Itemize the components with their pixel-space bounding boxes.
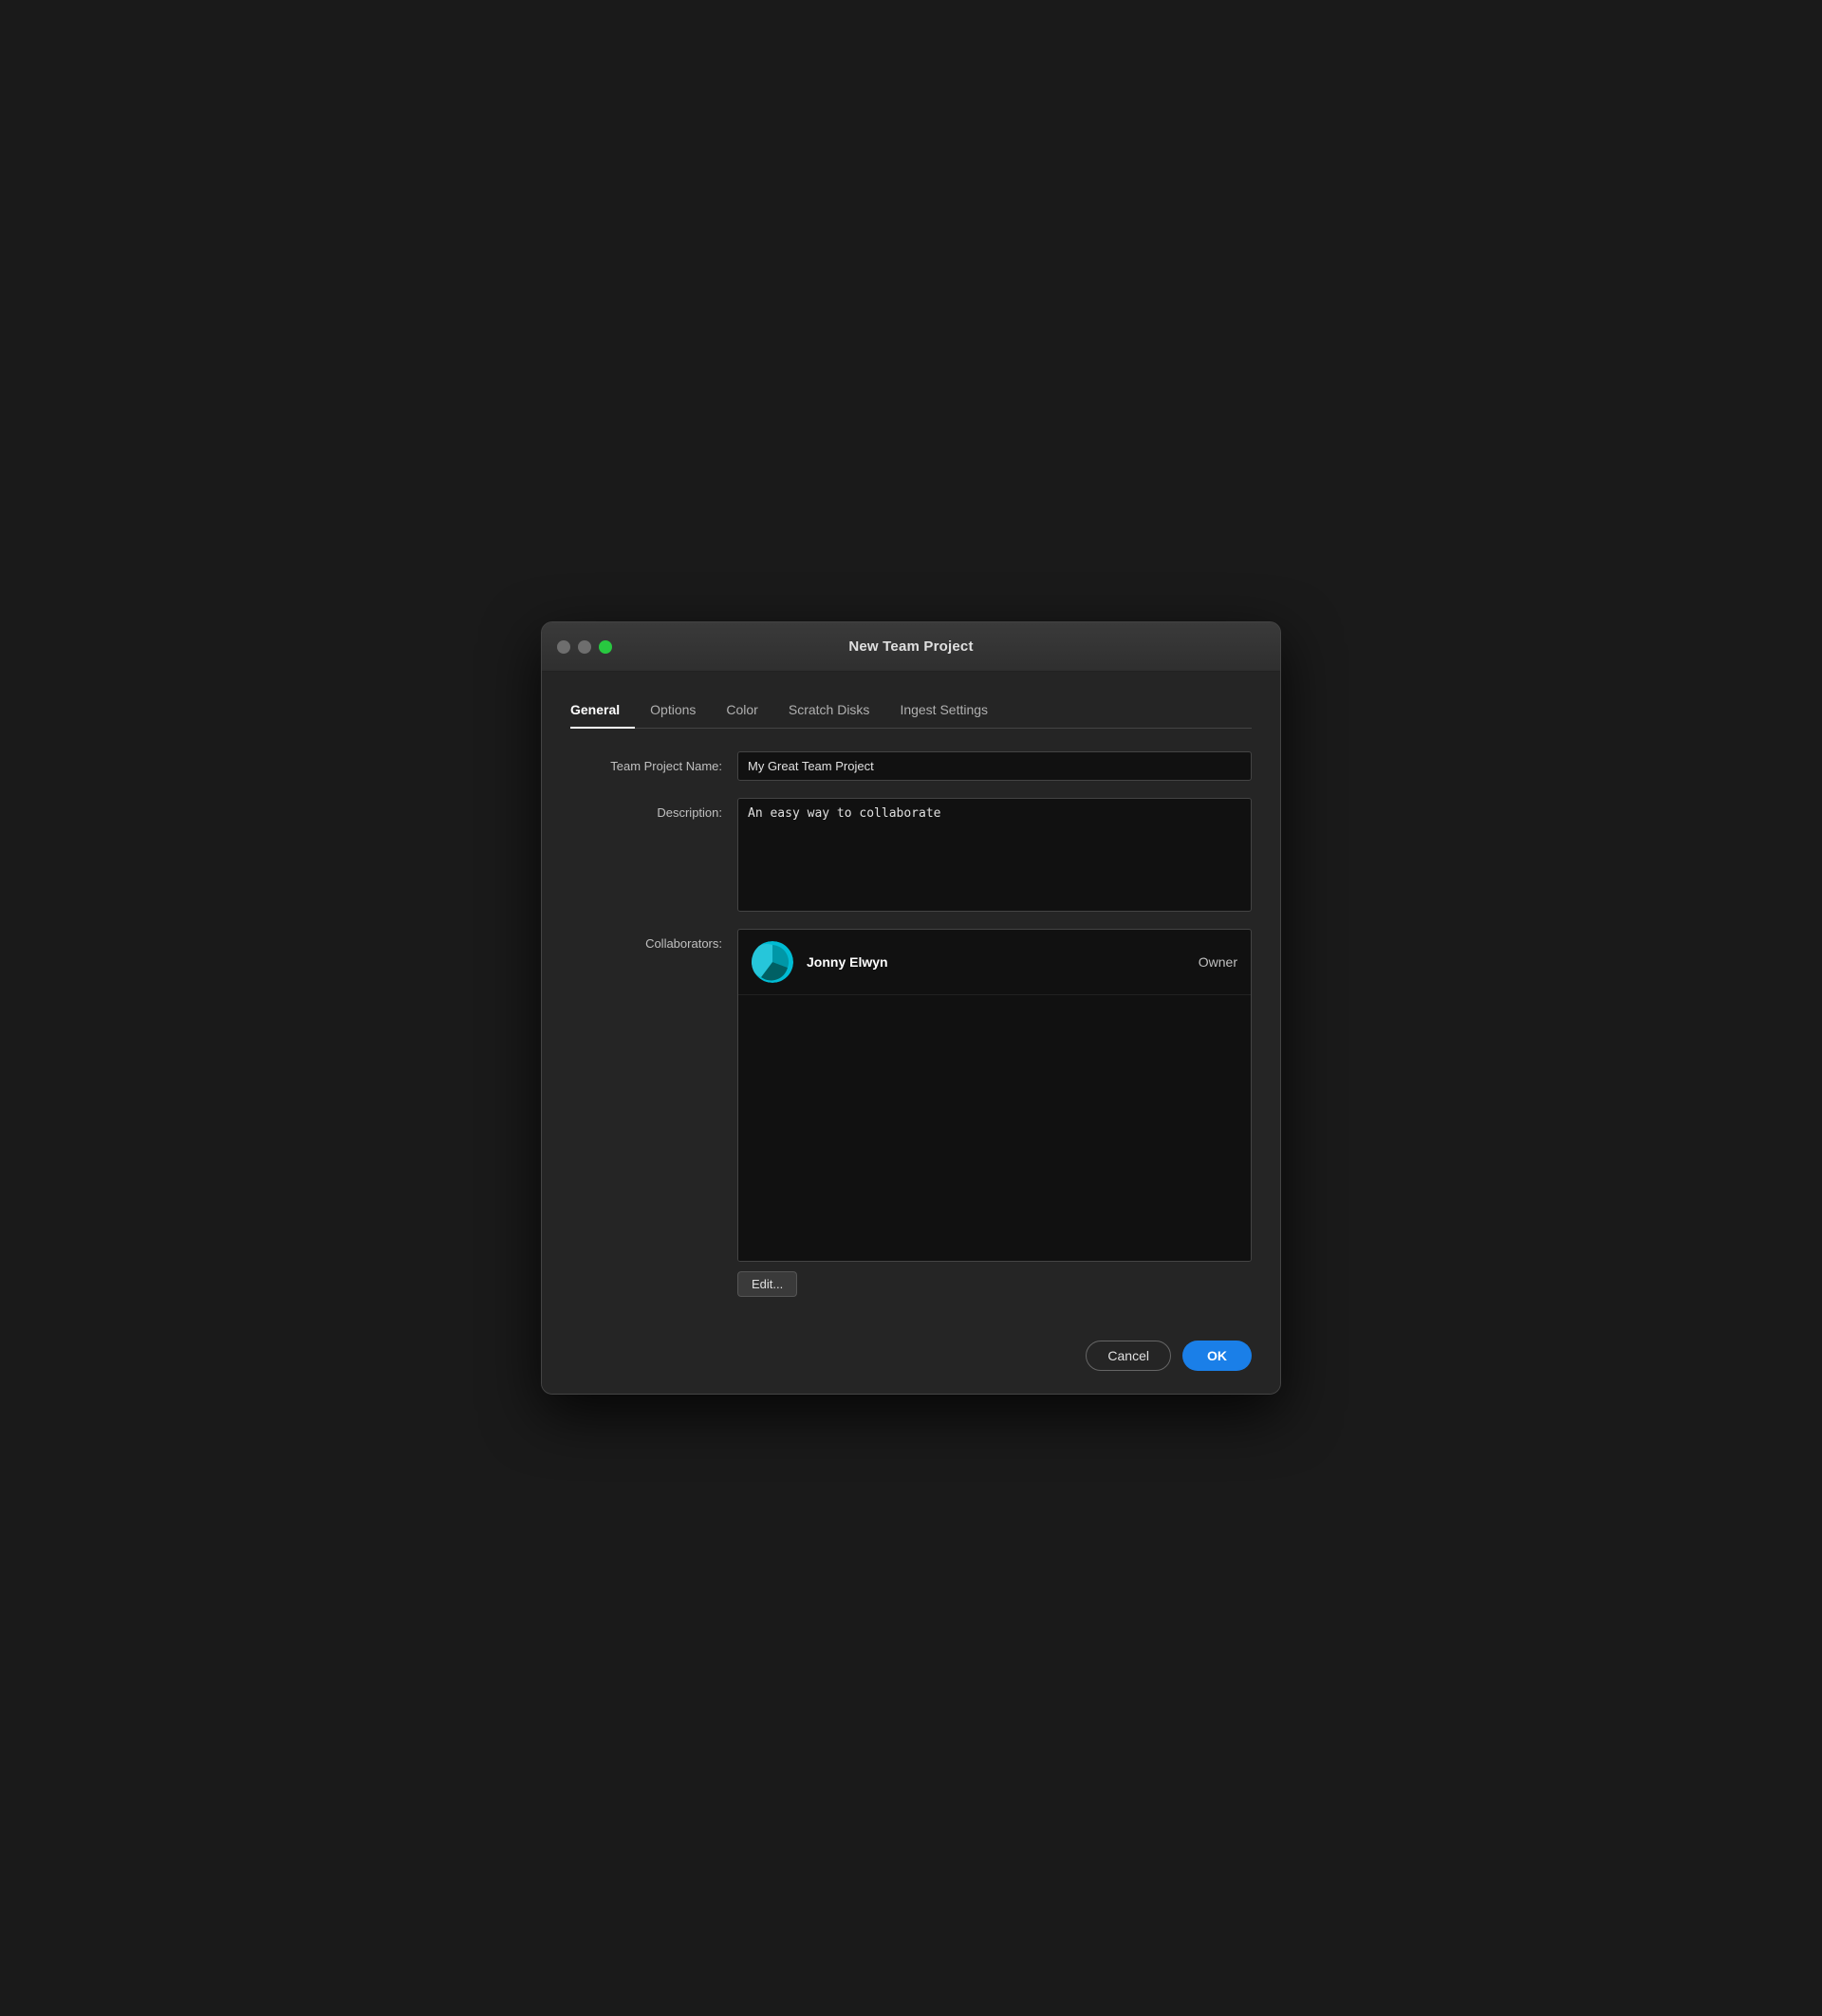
description-textarea[interactable]: An easy way to collaborate [737, 798, 1252, 912]
project-name-row: Team Project Name: [570, 751, 1252, 781]
tab-scratch-disks[interactable]: Scratch Disks [773, 694, 885, 729]
tab-general[interactable]: General [570, 694, 635, 729]
tab-ingest-settings[interactable]: Ingest Settings [884, 694, 1003, 729]
window-controls [557, 640, 612, 654]
cancel-button[interactable]: Cancel [1086, 1341, 1171, 1371]
collaborator-role: Owner [1199, 954, 1237, 970]
tab-color[interactable]: Color [711, 694, 772, 729]
dialog-title: New Team Project [848, 638, 973, 655]
project-name-label: Team Project Name: [570, 751, 722, 773]
ok-button[interactable]: OK [1182, 1341, 1252, 1371]
collaborators-box: Jonny Elwyn Owner [737, 929, 1252, 1262]
tab-options[interactable]: Options [635, 694, 711, 729]
dialog-window: New Team Project General Options Color S… [541, 621, 1281, 1395]
collaborators-empty-area [738, 995, 1251, 1261]
form-section: Team Project Name: Description: An easy … [570, 751, 1252, 1297]
close-button[interactable] [557, 640, 570, 654]
title-bar: New Team Project [542, 622, 1280, 672]
project-name-control [737, 751, 1252, 781]
avatar-icon [752, 941, 793, 983]
edit-btn-row: Edit... [737, 1271, 1252, 1297]
description-label: Description: [570, 798, 722, 820]
tabs-container: General Options Color Scratch Disks Inge… [570, 694, 1252, 729]
collaborator-row: Jonny Elwyn Owner [738, 930, 1251, 995]
collaborators-label: Collaborators: [570, 929, 722, 951]
description-row: Description: An easy way to collaborate [570, 798, 1252, 912]
dialog-footer: Cancel OK [542, 1325, 1280, 1394]
maximize-button[interactable] [599, 640, 612, 654]
minimize-button[interactable] [578, 640, 591, 654]
collaborators-control: Jonny Elwyn Owner Edit... [737, 929, 1252, 1297]
edit-button[interactable]: Edit... [737, 1271, 797, 1297]
description-control: An easy way to collaborate [737, 798, 1252, 912]
collaborator-name: Jonny Elwyn [807, 954, 1199, 970]
project-name-input[interactable] [737, 751, 1252, 781]
collaborators-row: Collaborators: [570, 929, 1252, 1297]
dialog-content: General Options Color Scratch Disks Inge… [542, 672, 1280, 1325]
avatar [752, 941, 793, 983]
